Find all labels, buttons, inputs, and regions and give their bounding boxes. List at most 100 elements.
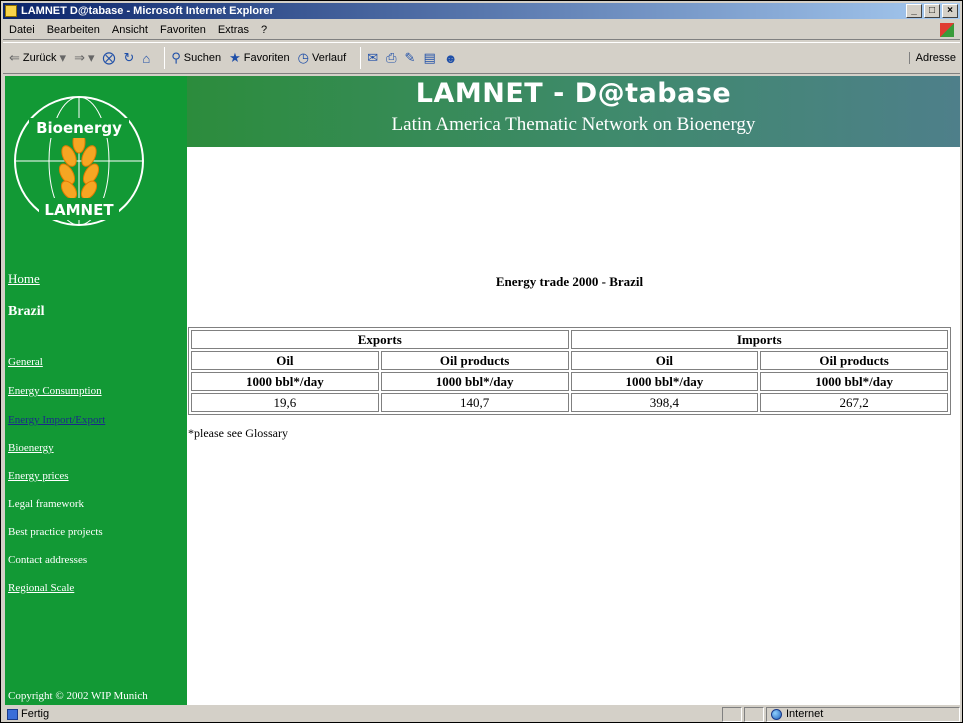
toolbar: ⇐ Zurück ▾ ⇒ ▾ ⨂ ↻ ⌂ ⚲ Suchen ★ Favorite… (3, 42, 960, 74)
security-zone: Internet (766, 707, 960, 722)
back-button[interactable]: ⇐ Zurück ▾ (9, 50, 66, 66)
title-bar: LAMNET D@tabase - Microsoft Internet Exp… (3, 3, 960, 19)
messenger-button[interactable]: ☻ (444, 51, 458, 66)
globe-icon (771, 709, 782, 720)
menu-extras[interactable]: Extras (212, 24, 255, 36)
status-cell (722, 707, 742, 722)
search-label: Suchen (183, 52, 222, 64)
menu-bearbeiten[interactable]: Bearbeiten (41, 24, 106, 36)
sidebar-item-energy-prices[interactable]: Energy prices (8, 470, 69, 482)
page-status-icon (7, 709, 18, 720)
status-cell (744, 707, 764, 722)
value-cell: 267,2 (760, 393, 948, 412)
dropdown-arrow-icon: ▾ (59, 50, 67, 65)
table-unit-row: 1000 bbl*/day 1000 bbl*/day 1000 bbl*/da… (191, 372, 948, 391)
country-name: Brazil (8, 304, 45, 319)
home-link[interactable]: Home (8, 271, 40, 287)
back-label: Zurück (22, 52, 57, 64)
glossary-footnote: *please see Glossary (188, 426, 288, 440)
page-viewport: Bioenergy LAMNET Home Brazil General Ene… (5, 76, 960, 705)
refresh-icon: ↻ (123, 50, 135, 65)
stop-icon: ⨂ (102, 50, 116, 65)
column-header: Oil products (380, 351, 569, 370)
column-header: Oil (570, 351, 759, 370)
browser-window: LAMNET D@tabase - Microsoft Internet Exp… (0, 0, 963, 723)
toolbar-separator (164, 47, 166, 69)
status-message: Fertig (7, 707, 49, 722)
favorites-icon: ★ (229, 50, 241, 65)
messenger-icon: ☻ (443, 50, 458, 66)
refresh-button[interactable]: ↻ (124, 50, 135, 66)
unit-cell: 1000 bbl*/day (380, 372, 569, 391)
menu-ansicht[interactable]: Ansicht (106, 24, 154, 36)
home-icon: ⌂ (142, 50, 151, 66)
bioenergy-logo: Bioenergy LAMNET (14, 96, 144, 226)
search-icon: ⚲ (171, 50, 181, 65)
column-header: Oil (191, 351, 379, 370)
history-button[interactable]: ◷ Verlauf (298, 50, 347, 66)
header-imports: Imports (570, 330, 948, 349)
table-column-row: Oil Oil products Oil Oil products (191, 351, 948, 370)
table-row: 19,6 140,7 398,4 267,2 (191, 393, 948, 412)
status-bar: Fertig Internet (3, 707, 960, 722)
search-button[interactable]: ⚲ Suchen (171, 50, 221, 66)
sidebar-item-legal-framework[interactable]: Legal framework (8, 498, 84, 510)
status-label: Fertig (21, 708, 50, 720)
site-subtitle: Latin America Thematic Network on Bioene… (391, 114, 756, 135)
window-title: LAMNET D@tabase - Microsoft Internet Exp… (21, 5, 274, 17)
main-content: Energy trade 2000 - Brazil Exports Impor… (187, 147, 960, 705)
menu-favoriten[interactable]: Favoriten (154, 24, 212, 36)
edit-icon: ✎ (404, 50, 416, 65)
dropdown-arrow-icon: ▾ (87, 50, 95, 65)
energy-trade-table: Exports Imports Oil Oil products Oil Oil… (188, 327, 951, 415)
column-header: Oil products (760, 351, 948, 370)
unit-cell: 1000 bbl*/day (760, 372, 948, 391)
sidebar-item-bioenergy[interactable]: Bioenergy (8, 442, 54, 454)
address-label[interactable]: Adresse (908, 52, 956, 64)
sidebar-item-regional-scale[interactable]: Regional Scale (8, 582, 74, 594)
page-title: Energy trade 2000 - Brazil (495, 274, 644, 289)
back-arrow-icon: ⇐ (9, 50, 20, 65)
sidebar: Bioenergy LAMNET Home Brazil General Ene… (5, 76, 187, 705)
value-cell: 140,7 (380, 393, 569, 412)
maximize-button[interactable]: □ (924, 4, 940, 18)
sidebar-item-best-practice-projects[interactable]: Best practice projects (8, 526, 103, 538)
menu-help[interactable]: ? (255, 24, 273, 36)
site-title: LAMNET - D@tabase (415, 78, 732, 109)
print-icon: ⎙ (386, 50, 397, 65)
forward-button[interactable]: ⇒ ▾ (74, 50, 94, 66)
sidebar-item-energy-consumption[interactable]: Energy Consumption (8, 385, 102, 397)
mail-icon: ✉ (367, 50, 379, 65)
sidebar-item-contact-addresses[interactable]: Contact addresses (8, 554, 87, 566)
unit-cell: 1000 bbl*/day (570, 372, 759, 391)
mail-button[interactable]: ✉ (367, 50, 378, 66)
logo-bottom-text: LAMNET (44, 201, 114, 219)
header-banner: LAMNET - D@tabase Latin America Thematic… (187, 76, 960, 147)
header-exports: Exports (191, 330, 569, 349)
minimize-button[interactable]: _ (906, 4, 922, 18)
forward-arrow-icon: ⇒ (74, 50, 85, 65)
print-button[interactable]: ⎙ (386, 50, 396, 66)
menu-datei[interactable]: Datei (3, 24, 41, 36)
discuss-button[interactable]: ▤ (423, 50, 435, 66)
sidebar-item-general[interactable]: General (8, 356, 43, 368)
windows-logo-icon (940, 23, 954, 37)
table-group-row: Exports Imports (191, 330, 948, 349)
ie-app-icon (5, 5, 17, 17)
zone-label: Internet (786, 708, 824, 720)
window-controls: _ □ × (906, 4, 958, 18)
sidebar-item-energy-import-export[interactable]: Energy Import/Export (8, 414, 105, 426)
history-icon: ◷ (297, 50, 309, 65)
favorites-label: Favoriten (243, 52, 290, 64)
discuss-icon: ▤ (423, 50, 436, 65)
value-cell: 19,6 (191, 393, 379, 412)
close-button[interactable]: × (942, 4, 958, 18)
home-button[interactable]: ⌂ (142, 51, 150, 66)
stop-button[interactable]: ⨂ (103, 50, 116, 66)
history-label: Verlauf (311, 52, 347, 64)
favorites-button[interactable]: ★ Favoriten (229, 50, 290, 66)
edit-button[interactable]: ✎ (405, 50, 416, 66)
logo-top-text: Bioenergy (36, 119, 122, 137)
toolbar-separator (360, 47, 362, 69)
menu-bar: Datei Bearbeiten Ansicht Favoriten Extra… (3, 20, 960, 40)
